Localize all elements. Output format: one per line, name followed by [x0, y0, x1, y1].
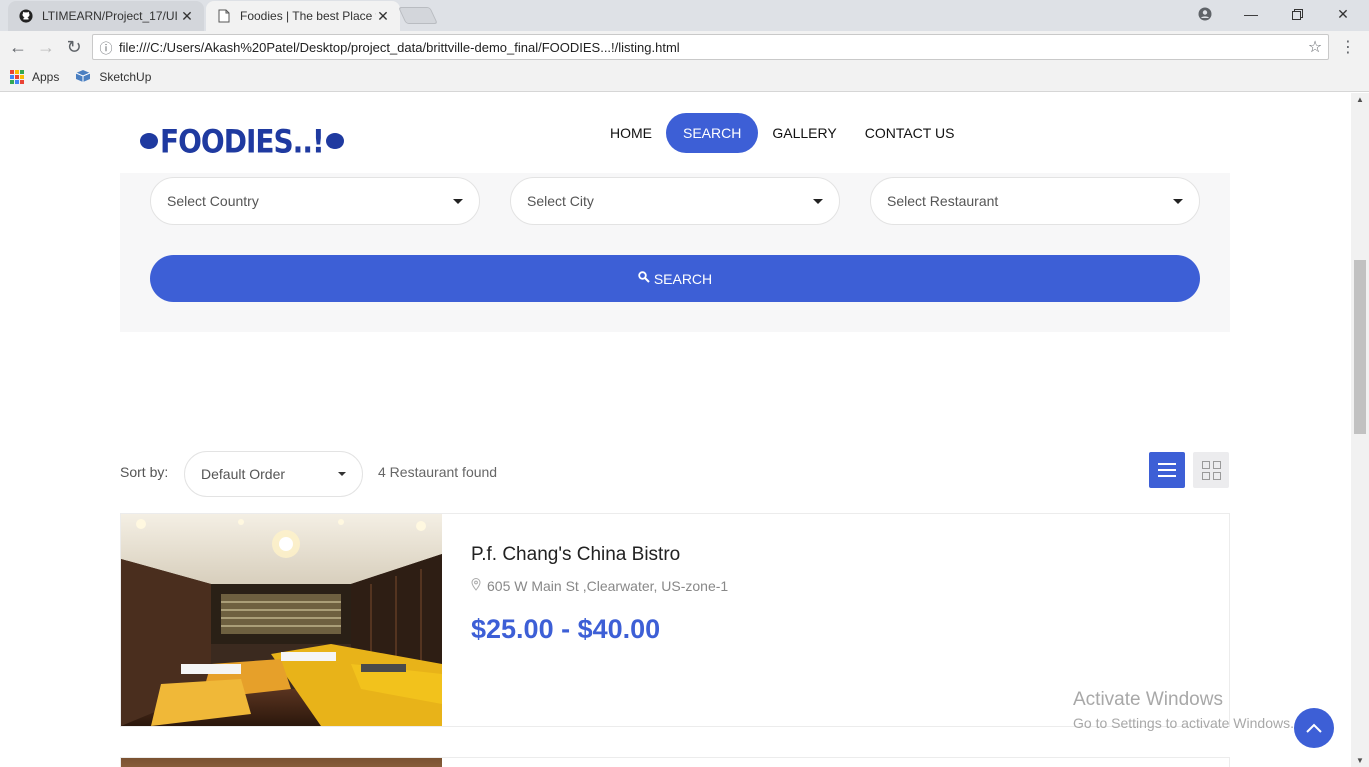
window-close-icon[interactable]: ✕: [1331, 4, 1355, 24]
scrollbar-thumb[interactable]: [1354, 260, 1366, 434]
sort-value: Default Order: [201, 466, 286, 482]
tab-github[interactable]: LTIMEARN/Project_17/UI ✕: [8, 1, 204, 31]
nav-gallery[interactable]: GALLERY: [758, 113, 850, 153]
restaurant-name[interactable]: P.f. Chang's China Bistro: [471, 544, 680, 566]
profile-icon[interactable]: [1193, 4, 1217, 24]
sketchup-icon: [75, 69, 91, 86]
country-select[interactable]: Select Country: [150, 177, 480, 225]
info-icon[interactable]: ⓘ: [93, 38, 119, 57]
new-tab-button[interactable]: [398, 7, 438, 24]
city-select[interactable]: Select City: [510, 177, 840, 225]
address-text: 605 W Main St ,Clearwater, US-zone-1: [487, 578, 729, 594]
results-count: 4 Restaurant found: [378, 464, 498, 480]
restore-icon[interactable]: [1285, 4, 1309, 24]
country-select-placeholder: Select Country: [167, 193, 259, 209]
site-logo[interactable]: FOODIES..!: [138, 120, 346, 161]
activate-title: Activate Windows: [1073, 689, 1223, 710]
forward-icon[interactable]: →: [36, 37, 56, 57]
scroll-to-top-button[interactable]: [1294, 708, 1334, 748]
search-icon: [638, 271, 650, 286]
page-scrollbar[interactable]: ▲ ▼: [1351, 93, 1369, 767]
restaurant-image[interactable]: [121, 758, 442, 767]
browser-tabstrip: LTIMEARN/Project_17/UI ✕ Foodies | The b…: [0, 0, 1369, 31]
reload-icon[interactable]: ↻: [64, 37, 84, 57]
address-bar[interactable]: ⓘ file:///C:/Users/Akash%20Patel/Desktop…: [92, 34, 1329, 60]
github-icon: [18, 8, 34, 24]
nav-contact-us[interactable]: CONTACT US: [851, 113, 969, 153]
activate-subtitle: Go to Settings to activate Windows.: [1073, 715, 1294, 731]
search-button[interactable]: SEARCH: [150, 255, 1200, 302]
map-pin-icon: [471, 578, 481, 594]
restaurant-select[interactable]: Select Restaurant: [870, 177, 1200, 225]
nav-home[interactable]: HOME: [596, 113, 666, 153]
logo-text: FOODIES..!: [160, 122, 325, 160]
bookmark-star-icon[interactable]: ☆: [1302, 37, 1328, 57]
bookmark-apps[interactable]: Apps: [10, 70, 59, 84]
minimize-icon[interactable]: —: [1239, 4, 1263, 24]
page-icon: [216, 8, 232, 24]
sort-label: Sort by:: [120, 464, 169, 480]
close-icon[interactable]: ✕: [376, 8, 390, 25]
bookmarks-bar: Apps SketchUp: [0, 63, 1369, 92]
scroll-down-icon[interactable]: ▼: [1356, 756, 1364, 765]
nav-search[interactable]: SEARCH: [666, 113, 759, 153]
tab-title: Foodies | The best Place f: [240, 9, 376, 23]
search-button-label: SEARCH: [653, 270, 713, 287]
activate-windows-watermark: Activate Windows Go to Settings to activ…: [1073, 689, 1294, 731]
page-viewport: FOODIES..! HOME SEARCH GALLERY CONTACT U…: [0, 93, 1351, 767]
restaurant-card[interactable]: [120, 757, 1230, 767]
scroll-up-icon[interactable]: ▲: [1356, 95, 1364, 104]
bookmark-sketchup[interactable]: SketchUp: [75, 69, 151, 86]
restaurant-card[interactable]: P.f. Chang's China Bistro 605 W Main St …: [120, 513, 1230, 727]
browser-toolbar: ← → ↻ ⓘ file:///C:/Users/Akash%20Patel/D…: [0, 31, 1369, 63]
caret-down-icon: [1173, 198, 1183, 204]
url-text[interactable]: file:///C:/Users/Akash%20Patel/Desktop/p…: [119, 40, 1302, 55]
restaurant-image[interactable]: [121, 514, 442, 726]
sort-select[interactable]: Default Order: [184, 451, 363, 497]
close-icon[interactable]: ✕: [180, 8, 194, 25]
browser-menu-icon[interactable]: ⋮: [1340, 37, 1356, 57]
grid-view-button[interactable]: [1193, 452, 1229, 488]
bookmark-label: Apps: [32, 70, 60, 84]
back-icon[interactable]: ←: [8, 37, 28, 57]
search-panel: Select Country Select City Select Restau…: [120, 173, 1230, 332]
bookmark-label: SketchUp: [99, 70, 152, 84]
main-nav: HOME SEARCH GALLERY CONTACT US: [596, 113, 968, 153]
price-range: $25.00 - $40.00: [471, 614, 661, 644]
caret-down-icon: [453, 198, 463, 204]
restaurant-select-placeholder: Select Restaurant: [887, 193, 999, 209]
city-select-placeholder: Select City: [527, 193, 594, 209]
sort-bar: Sort by: Default Order 4 Restaurant foun…: [120, 448, 1230, 498]
restaurant-address: 605 W Main St ,Clearwater, US-zone-1: [471, 578, 728, 594]
tab-title: LTIMEARN/Project_17/UI: [42, 9, 178, 23]
list-view-button[interactable]: [1149, 452, 1185, 488]
apps-grid-icon: [10, 70, 24, 84]
caret-down-icon: [813, 198, 823, 204]
chevron-down-icon: [338, 472, 346, 476]
chevron-up-icon: [1306, 723, 1322, 733]
tab-foodies[interactable]: Foodies | The best Place f ✕: [206, 1, 400, 31]
